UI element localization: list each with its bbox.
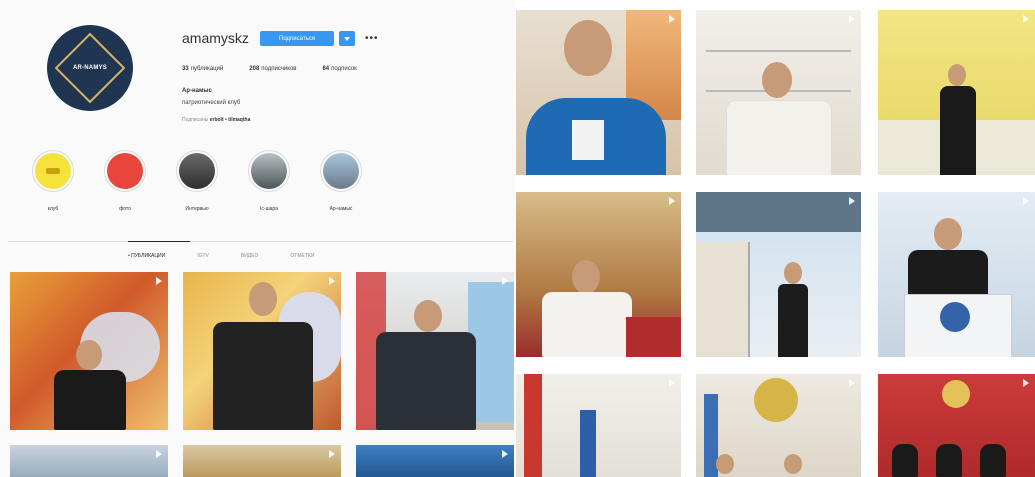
- highlight-label: Ар-намыс: [329, 206, 353, 212]
- bio-text: патриотический клуб: [182, 100, 241, 106]
- tab-igtv[interactable]: IGTV: [197, 253, 209, 259]
- profile-panel: AR-NAMYS amamyskz Подписаться ••• 33 публ…: [0, 0, 515, 477]
- highlight-interview[interactable]: Интервью: [174, 150, 220, 212]
- active-tab-indicator: [128, 241, 190, 242]
- post-thumbnail[interactable]: [183, 445, 341, 477]
- story-highlights: клуб фото Интервью Іс-шара Ар-намыс: [30, 150, 364, 212]
- highlight-label: Интервью: [185, 206, 209, 212]
- post-thumbnail[interactable]: [10, 445, 168, 477]
- profile-stats: 33 публикаций 208 подписчиков 64 подписок: [182, 66, 357, 72]
- profile-username: amamyskz: [182, 30, 249, 46]
- profile-avatar[interactable]: AR-NAMYS: [47, 25, 133, 111]
- highlight-label: клуб: [47, 206, 59, 212]
- video-icon: [156, 277, 162, 285]
- post-thumbnail[interactable]: [516, 192, 681, 357]
- followers-count[interactable]: 208 подписчиков: [249, 66, 296, 72]
- video-icon: [669, 197, 675, 205]
- video-icon: [1023, 379, 1029, 387]
- video-icon: [669, 15, 675, 23]
- post-thumbnail[interactable]: [696, 10, 861, 175]
- video-icon: [329, 277, 335, 285]
- highlight-events[interactable]: Іс-шара: [246, 150, 292, 212]
- followed-by[interactable]: Подписаны erbolt • tilmaqtha: [182, 117, 250, 123]
- club-logo-icon: AR-NAMYS: [54, 32, 126, 104]
- post-thumbnail[interactable]: [183, 272, 341, 430]
- video-icon: [849, 15, 855, 23]
- tabs-divider: [8, 241, 513, 242]
- post-thumbnail[interactable]: [696, 374, 861, 477]
- highlight-photo[interactable]: фото: [102, 150, 148, 212]
- post-thumbnail[interactable]: [878, 192, 1035, 357]
- post-thumbnail[interactable]: [356, 272, 514, 430]
- post-thumbnail[interactable]: [696, 192, 861, 357]
- tab-posts[interactable]: • ПУБЛИКАЦИИ: [128, 253, 165, 259]
- follow-button[interactable]: Подписаться: [260, 31, 334, 46]
- following-count[interactable]: 64 подписок: [322, 66, 356, 72]
- profile-tabs: • ПУБЛИКАЦИИ IGTV ВИДЕО ОТМЕТКИ: [128, 253, 314, 259]
- highlight-label: Іс-шара: [260, 206, 278, 212]
- chevron-down-icon: [344, 36, 350, 41]
- video-grid: [515, 0, 1035, 477]
- video-icon: [1023, 197, 1029, 205]
- bio-name: Ар-намыс: [182, 88, 212, 94]
- video-icon: [329, 450, 335, 458]
- highlight-label: фото: [119, 206, 131, 212]
- post-thumbnail[interactable]: [516, 374, 681, 477]
- post-thumbnail[interactable]: [878, 10, 1035, 175]
- post-thumbnail[interactable]: [516, 10, 681, 175]
- post-thumbnail[interactable]: [10, 272, 168, 430]
- suggestions-dropdown-button[interactable]: [339, 31, 355, 46]
- tab-tagged[interactable]: ОТМЕТКИ: [290, 253, 314, 259]
- posts-count[interactable]: 33 публикаций: [182, 66, 223, 72]
- video-icon: [502, 277, 508, 285]
- highlight-club[interactable]: клуб: [30, 150, 76, 212]
- post-thumbnail[interactable]: [878, 374, 1035, 477]
- video-icon: [1023, 15, 1029, 23]
- more-options-button[interactable]: •••: [365, 33, 379, 44]
- video-icon: [849, 197, 855, 205]
- video-icon: [502, 450, 508, 458]
- post-thumbnail[interactable]: [356, 445, 514, 477]
- video-icon: [849, 379, 855, 387]
- tab-video[interactable]: ВИДЕО: [241, 253, 259, 259]
- video-icon: [669, 379, 675, 387]
- highlight-arnamys[interactable]: Ар-намыс: [318, 150, 364, 212]
- video-icon: [156, 450, 162, 458]
